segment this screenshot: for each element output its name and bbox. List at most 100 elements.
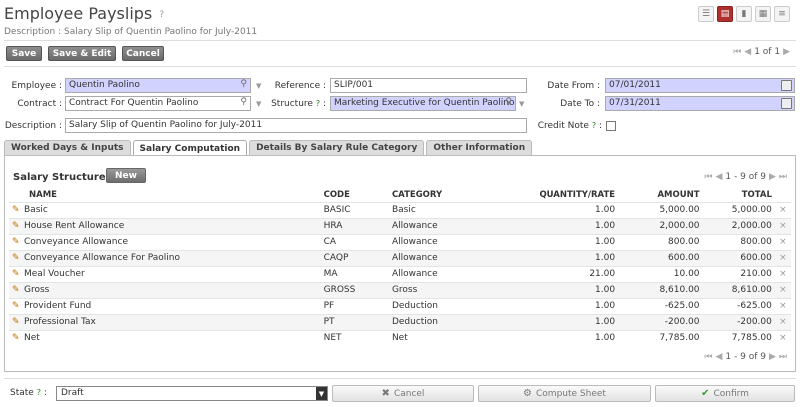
first-page-icon[interactable]: ⏮ <box>704 352 712 362</box>
last-page-icon[interactable]: ⏭ <box>779 352 787 362</box>
delete-row-icon[interactable]: × <box>774 265 791 282</box>
cell-total: 210.00 <box>702 265 775 282</box>
new-line-button[interactable]: New <box>106 168 146 183</box>
table-row[interactable]: ✎ Professional Tax PT Deduction 1.00 -200.00-… <box>9 313 791 330</box>
last-page-icon[interactable]: ⏭ <box>779 172 787 182</box>
table-row[interactable]: ✎ House Rent Allowance HRA Allowance 1.00 2,0… <box>9 217 791 234</box>
delete-row-icon[interactable]: × <box>774 297 791 314</box>
next-page-icon[interactable]: ▶ <box>769 172 776 182</box>
cell-code: MA <box>320 265 389 282</box>
chevron-down-icon[interactable]: ▼ <box>316 387 327 400</box>
next-page-icon[interactable]: ▶ <box>783 47 790 57</box>
tab-salary-computation[interactable]: Salary Computation <box>132 140 248 156</box>
structure-field[interactable]: Marketing Executive for Quentin Paolino ⚲ <box>330 96 516 111</box>
first-page-icon[interactable]: ⏮ <box>704 172 712 182</box>
help-icon[interactable]: ? <box>592 121 596 130</box>
edit-pencil-icon[interactable]: ✎ <box>12 205 22 215</box>
delete-row-icon[interactable]: × <box>774 233 791 250</box>
cell-total: -625.00 <box>702 297 775 314</box>
tab-worked-days[interactable]: Worked Days & Inputs <box>4 140 131 155</box>
prev-page-icon[interactable]: ◀ <box>716 172 723 182</box>
cell-amount: -625.00 <box>618 297 703 314</box>
calendar-icon[interactable] <box>781 98 792 109</box>
prev-page-icon[interactable]: ◀ <box>716 352 723 362</box>
table-row[interactable]: ✎ Gross GROSS Gross 1.00 8,610.00 8,610.00 × <box>9 281 791 298</box>
tab-other-information[interactable]: Other Information <box>426 140 533 155</box>
cell-amount: 10.00 <box>618 265 703 282</box>
table-row[interactable]: ✎ Basic BASIC Basic 1.00 5,000.00 5,000.00 × <box>9 201 791 218</box>
table-row[interactable]: ✎ Provident Fund PF Deduction 1.00 -625.00 -62… <box>9 297 791 314</box>
edit-pencil-icon[interactable]: ✎ <box>12 285 22 295</box>
employee-field[interactable]: Quentin Paolino ⚲ <box>65 78 251 93</box>
cell-code: PF <box>320 297 389 314</box>
column-header-total[interactable]: TOTAL <box>703 188 775 202</box>
first-page-icon[interactable]: ⏮ <box>733 47 741 57</box>
form-view-icon[interactable]: ▤ <box>717 6 733 22</box>
edit-pencil-icon[interactable]: ✎ <box>12 317 22 327</box>
edit-pencil-icon[interactable]: ✎ <box>12 301 22 311</box>
confirm-button[interactable]: ✔ Confirm <box>655 385 795 402</box>
cell-name: ✎ Basic <box>9 201 321 218</box>
cell-category: Allowance <box>388 233 500 250</box>
cancel-payslip-button[interactable]: ✖ Cancel <box>332 385 474 402</box>
edit-pencil-icon[interactable]: ✎ <box>12 237 22 247</box>
help-icon[interactable]: ? <box>159 10 164 20</box>
salary-lines-table: NAME CODE CATEGORY QUANTITY/RATE AMOUNT … <box>9 188 791 346</box>
date-to-field[interactable]: 07/31/2011 <box>605 96 795 111</box>
table-row[interactable]: ✎ Net NET Net 1.00 7,785.00 7,785.00 × <box>9 329 791 346</box>
table-row[interactable]: ✎ Conveyance Allowance For Paolino CAQP All… <box>9 249 791 266</box>
list-view-icon[interactable]: ☰ <box>698 6 714 22</box>
column-header-amount[interactable]: AMOUNT <box>618 188 702 202</box>
column-header-delete <box>775 188 791 202</box>
graph-view-icon[interactable]: ▮ <box>736 6 752 22</box>
cancel-button[interactable]: Cancel <box>122 46 164 61</box>
next-page-icon[interactable]: ▶ <box>769 352 776 362</box>
credit-note-checkbox[interactable] <box>606 121 616 131</box>
edit-pencil-icon[interactable]: ✎ <box>12 221 22 231</box>
help-icon[interactable]: ? <box>316 99 320 108</box>
table-row[interactable]: ✎ Meal Voucher MA Allowance 21.00 10.00 210.00… <box>9 265 791 282</box>
calendar-view-icon[interactable]: ▦ <box>755 6 771 22</box>
search-icon[interactable]: ⚲ <box>240 79 247 89</box>
delete-row-icon[interactable]: × <box>774 201 791 218</box>
cell-code: BASIC <box>320 201 389 218</box>
edit-pencil-icon[interactable]: ✎ <box>12 253 22 263</box>
prev-page-icon[interactable]: ◀ <box>744 47 751 57</box>
delete-row-icon[interactable]: × <box>774 329 791 346</box>
table-row[interactable]: ✎ Conveyance Allowance CA Allowance 1.00 800.… <box>9 233 791 250</box>
compute-sheet-button[interactable]: ⚙ Compute Sheet <box>478 385 651 402</box>
search-icon[interactable]: ⚲ <box>505 97 512 107</box>
calendar-icon[interactable] <box>781 80 792 91</box>
column-header-name[interactable]: NAME <box>9 188 321 202</box>
edit-pencil-icon[interactable]: ✎ <box>12 269 22 279</box>
tab-details-by-category[interactable]: Details By Salary Rule Category <box>249 140 425 155</box>
date-from-field[interactable]: 07/01/2011 <box>605 78 795 93</box>
description-field[interactable]: Salary Slip of Quentin Paolino for July-… <box>65 118 527 133</box>
chevron-down-icon[interactable]: ▼ <box>519 100 524 108</box>
chevron-down-icon[interactable]: ▼ <box>256 82 261 90</box>
column-header-code[interactable]: CODE <box>321 188 389 202</box>
state-select[interactable]: Draft ▼ <box>56 386 328 401</box>
save-edit-button[interactable]: Save & Edit <box>48 46 116 61</box>
edit-pencil-icon[interactable]: ✎ <box>12 333 22 343</box>
reference-field[interactable]: SLIP/001 <box>330 78 527 93</box>
save-button[interactable]: Save <box>6 46 42 61</box>
view-switcher: ☰ ▤ ▮ ▦ ≡ <box>698 6 790 22</box>
gantt-view-icon[interactable]: ≡ <box>774 6 790 22</box>
cell-name: ✎ Conveyance Allowance For Paolino <box>9 249 321 266</box>
delete-row-icon[interactable]: × <box>774 249 791 266</box>
contract-field[interactable]: Contract For Quentin Paolino ⚲ <box>65 96 251 111</box>
column-header-category[interactable]: CATEGORY <box>389 188 500 202</box>
list-pager-bottom: ⏮ ◀ 1 - 9 of 9 ▶ ⏭ <box>704 352 787 362</box>
salary-computation-panel: Salary Structure New ⏮ ◀ 1 - 9 of 9 ▶ ⏭ … <box>4 155 796 372</box>
delete-row-icon[interactable]: × <box>774 281 791 298</box>
chevron-down-icon[interactable]: ▼ <box>256 100 261 108</box>
cell-total: 5,000.00 <box>702 201 775 218</box>
delete-row-icon[interactable]: × <box>774 313 791 330</box>
delete-row-icon[interactable]: × <box>774 217 791 234</box>
search-icon[interactable]: ⚲ <box>240 97 247 107</box>
cell-quantity: 21.00 <box>499 265 619 282</box>
column-header-quantity[interactable]: QUANTITY/RATE <box>500 188 619 202</box>
cell-category: Gross <box>388 281 500 298</box>
help-icon[interactable]: ? <box>37 388 41 397</box>
